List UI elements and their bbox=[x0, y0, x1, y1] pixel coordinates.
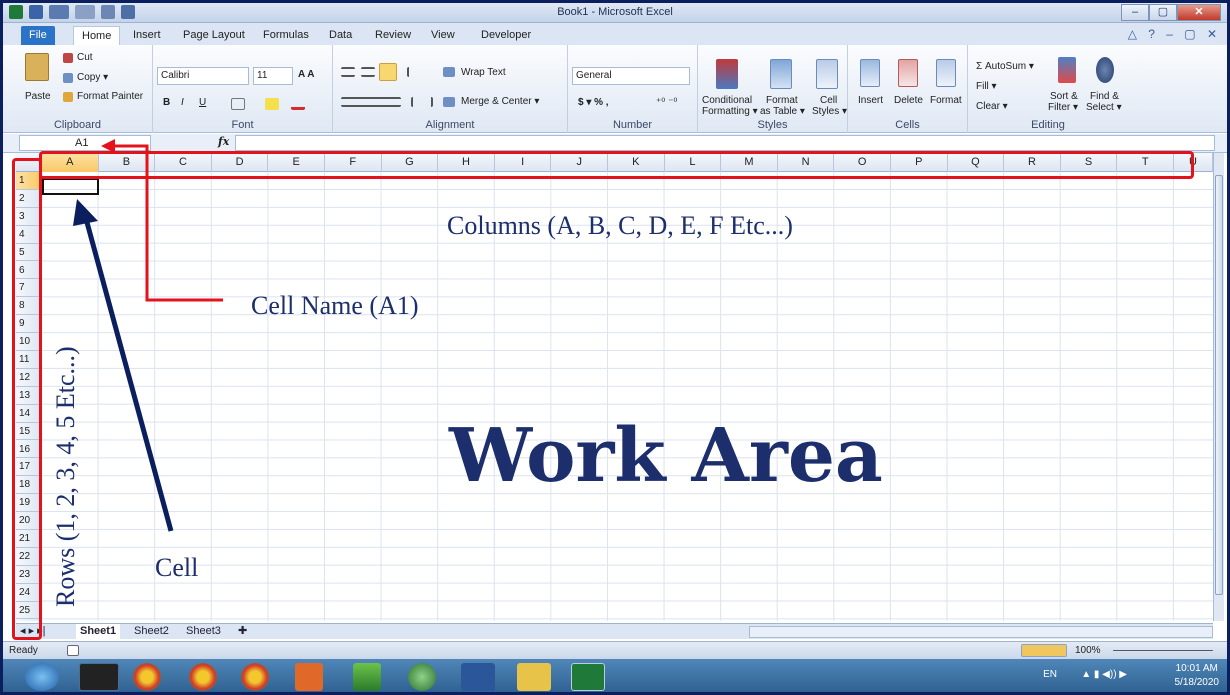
cell-arrowhead bbox=[73, 199, 98, 226]
cell-name-annotation: Cell Name (A1) bbox=[251, 291, 419, 320]
cell-name-arrow-line bbox=[111, 144, 223, 302]
annotation-arrows bbox=[73, 139, 223, 532]
cell-annotation: Cell bbox=[155, 553, 199, 582]
cell-name-arrowhead bbox=[101, 139, 115, 153]
columns-annotation: Columns (A, B, C, D, E, F Etc...) bbox=[447, 211, 793, 240]
excel-window: Book1 - Microsoft Excel – ▢ ✕ File Home … bbox=[0, 0, 1230, 695]
rows-annotation: Rows (1, 2, 3, 4, 5 Etc...) bbox=[51, 346, 80, 607]
work-area-annotation: Work Area bbox=[449, 413, 883, 499]
cell-arrow-line bbox=[82, 214, 174, 532]
